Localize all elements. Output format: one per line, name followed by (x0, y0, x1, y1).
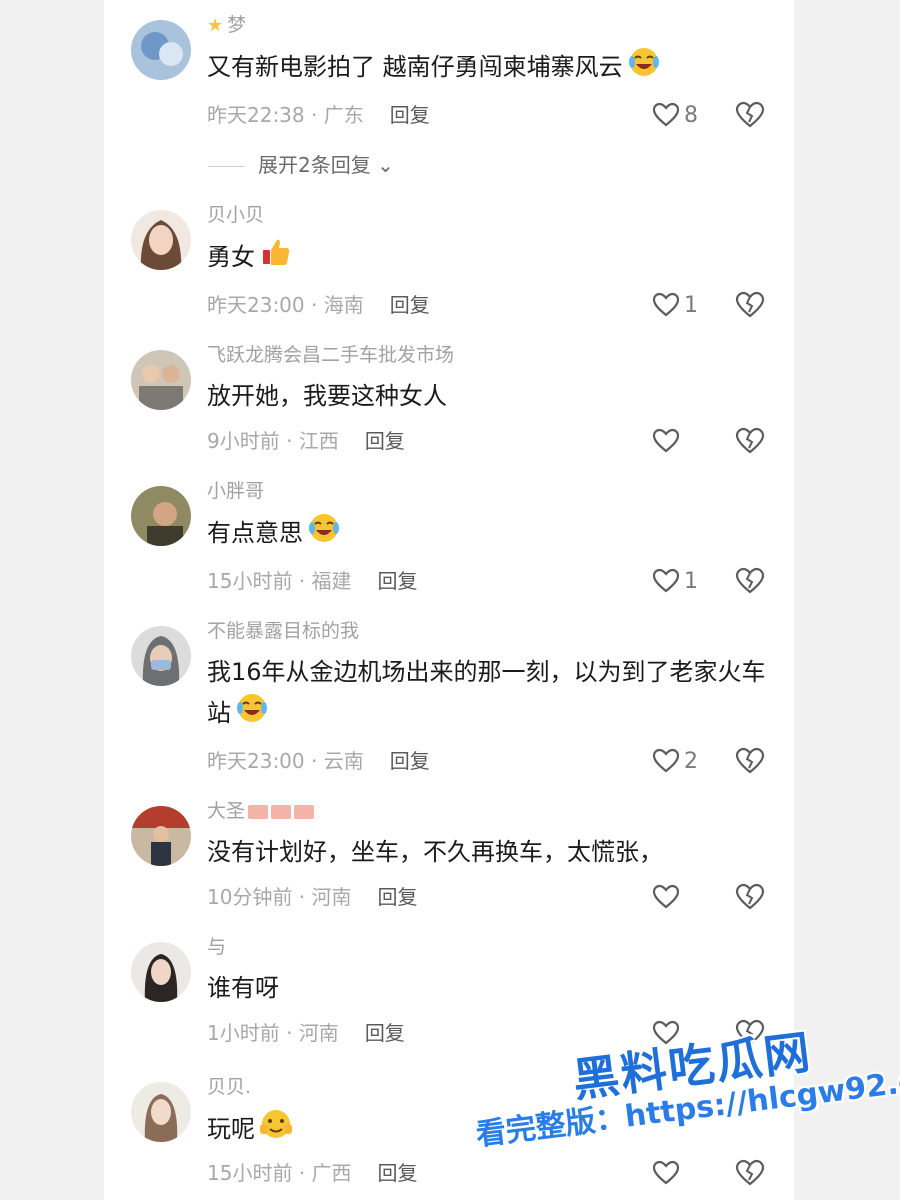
comment-text: 没有计划好，坐车，不久再换车，太慌张， (207, 838, 663, 866)
broken-heart-icon[interactable] (735, 1159, 765, 1187)
comment-author[interactable]: 贝小贝 (207, 202, 264, 228)
like-count: 2 (684, 748, 698, 774)
reply-button[interactable]: 回复 (365, 1021, 405, 1045)
broken-heart-icon[interactable] (735, 747, 765, 775)
comment-text: 又有新电影拍了 越南仔勇闯柬埔寨风云 (207, 46, 777, 90)
heart-icon (652, 292, 680, 317)
comment-author[interactable]: 大圣 (207, 798, 315, 824)
reply-button[interactable]: 回复 (390, 749, 430, 773)
reply-button[interactable]: 回复 (378, 569, 418, 593)
avatar[interactable] (131, 20, 191, 80)
comment-meta: 15小时前 · 福建 回复 (207, 569, 418, 593)
heart-icon (652, 568, 680, 593)
like-button[interactable] (652, 1158, 684, 1188)
comment-meta: 9小时前 · 江西 回复 (207, 429, 405, 453)
comment-text: 勇女 (207, 236, 777, 280)
laugh-cry-emoji-icon (627, 46, 661, 90)
laugh-cry-emoji-icon (235, 692, 269, 736)
comment-panel: ★ 梦 又有新电影拍了 越南仔勇闯柬埔寨风云 昨天22:38 · 广东 回复 8 展… (104, 0, 794, 1200)
chevron-down-icon: ⌄ (370, 153, 394, 177)
reply-button[interactable]: 回复 (390, 293, 430, 317)
reply-button[interactable]: 回复 (378, 1161, 418, 1185)
broken-heart-icon[interactable] (735, 101, 765, 129)
broken-heart-icon[interactable] (735, 291, 765, 319)
like-button[interactable] (652, 426, 684, 456)
comment-author[interactable]: ★ 梦 (207, 12, 246, 38)
laugh-cry-emoji-icon (307, 512, 341, 556)
reply-button[interactable]: 回复 (390, 103, 430, 127)
like-button[interactable]: 1 (652, 566, 698, 596)
surprised-emoji-icon (259, 1108, 293, 1152)
star-icon: ★ (207, 15, 224, 36)
comment-meta: 15小时前 · 广西 回复 (207, 1161, 418, 1185)
divider (208, 166, 244, 167)
comment-author[interactable]: 飞跃龙腾会昌二手车批发市场 (207, 342, 454, 368)
avatar[interactable] (131, 486, 191, 546)
comment-meta: 1小时前 · 河南 回复 (207, 1021, 405, 1045)
like-count: 8 (684, 102, 698, 128)
expand-replies-button[interactable]: 展开2条回复 ⌄ (208, 150, 394, 180)
thumbs-up-emoji-icon (259, 236, 293, 280)
comment-text: 谁有呀 (207, 974, 279, 1002)
comment-meta: 昨天23:00 · 海南 回复 (207, 293, 430, 317)
comment-author[interactable]: 小胖哥 (207, 478, 264, 504)
avatar[interactable] (131, 350, 191, 410)
flag-icon (248, 804, 269, 819)
comment-meta: 昨天23:00 · 云南 回复 (207, 749, 430, 773)
comment-text: 放开她，我要这种女人 (207, 382, 447, 410)
heart-icon (652, 748, 680, 773)
comment-author[interactable]: 不能暴露目标的我 (207, 618, 359, 644)
heart-icon (652, 428, 680, 453)
like-button[interactable] (652, 882, 684, 912)
broken-heart-icon[interactable] (735, 567, 765, 595)
like-count: 1 (684, 568, 698, 594)
comment-author[interactable]: 与 (207, 934, 226, 960)
like-button[interactable]: 1 (652, 290, 698, 320)
flag-icon (294, 804, 315, 819)
comment-text: 我16年从金边机场出来的那一刻，以为到了老家火车站 (207, 652, 777, 736)
comment-meta: 10分钟前 · 河南 回复 (207, 885, 418, 909)
broken-heart-icon[interactable] (735, 883, 765, 911)
avatar[interactable] (131, 942, 191, 1002)
comment-author[interactable]: 贝贝. (207, 1074, 251, 1100)
avatar[interactable] (131, 806, 191, 866)
broken-heart-icon[interactable] (735, 427, 765, 455)
comment-meta: 昨天22:38 · 广东 回复 (207, 103, 430, 127)
like-button[interactable]: 2 (652, 746, 698, 776)
heart-icon (652, 1160, 680, 1185)
avatar[interactable] (131, 1082, 191, 1142)
flag-icon (271, 804, 292, 819)
reply-button[interactable]: 回复 (378, 885, 418, 909)
like-count: 1 (684, 292, 698, 318)
like-button[interactable]: 8 (652, 100, 698, 130)
avatar[interactable] (131, 626, 191, 686)
avatar[interactable] (131, 210, 191, 270)
reply-button[interactable]: 回复 (365, 429, 405, 453)
comment-text: 有点意思 (207, 512, 777, 556)
heart-icon (652, 102, 680, 127)
heart-icon (652, 884, 680, 909)
